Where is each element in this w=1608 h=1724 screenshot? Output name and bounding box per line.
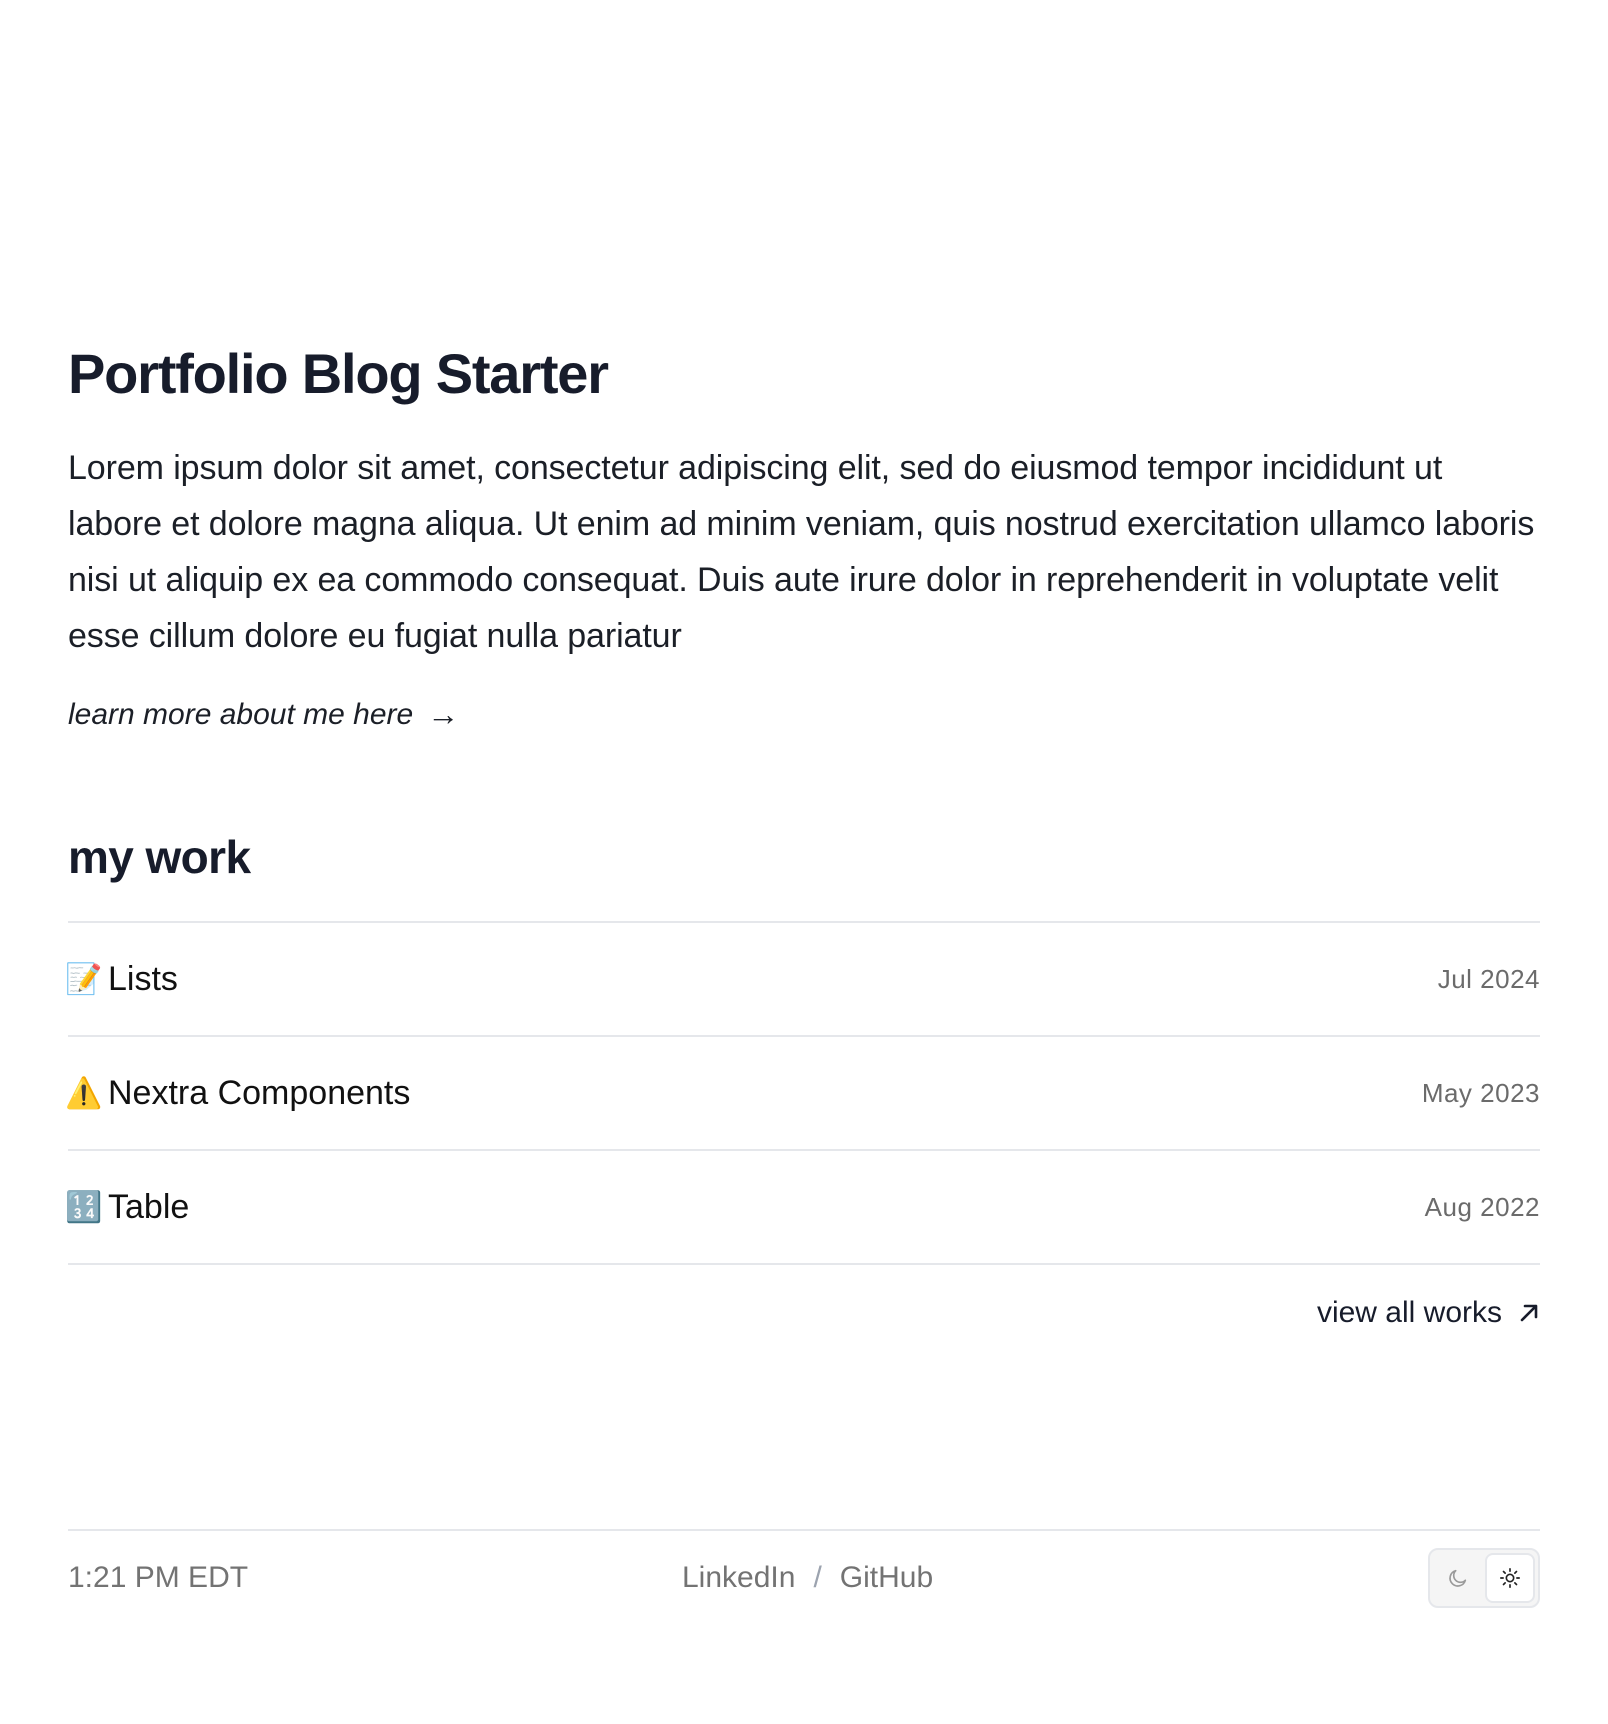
- work-item-lists[interactable]: 📝 Lists Jul 2024: [65, 923, 1540, 1037]
- work-item-left: ⚠️ Nextra Components: [65, 1073, 411, 1113]
- dark-mode-button[interactable]: [1433, 1553, 1483, 1603]
- sun-icon: [1499, 1568, 1520, 1588]
- about-link-label: learn more about me here: [68, 697, 414, 731]
- view-all-works-label: view all works: [1316, 1296, 1502, 1329]
- moon-icon: [1449, 1569, 1467, 1587]
- work-item-nextra-components[interactable]: ⚠️ Nextra Components May 2023: [65, 1037, 1540, 1151]
- work-section-title: my work: [68, 831, 251, 883]
- work-item-date: Aug 2022: [1424, 1191, 1540, 1222]
- linkedin-link[interactable]: LinkedIn: [682, 1561, 795, 1595]
- link-separator: /: [813, 1561, 822, 1594]
- work-item-left: 🔢 Table: [65, 1187, 190, 1227]
- intro-paragraph: Lorem ipsum dolor sit amet, consectetur …: [68, 449, 1535, 655]
- warning-icon: ⚠️: [65, 1076, 103, 1110]
- work-item-title: Lists: [108, 959, 178, 998]
- arrow-right-icon: →: [427, 696, 460, 732]
- work-item-table[interactable]: 🔢 Table Aug 2022: [65, 1151, 1540, 1265]
- local-time: 1:21 PM EDT: [68, 1561, 249, 1594]
- light-mode-button[interactable]: [1484, 1553, 1535, 1603]
- about-link[interactable]: learn more about me here →: [68, 696, 459, 733]
- work-item-title: Nextra Components: [108, 1073, 411, 1112]
- theme-toggle: [1428, 1548, 1540, 1608]
- social-links: LinkedIn / GitHub: [682, 1561, 933, 1595]
- work-item-title: Table: [108, 1187, 190, 1226]
- page-title: Portfolio Blog Starter: [68, 342, 609, 405]
- work-list: 📝 Lists Jul 2024 ⚠️ Nextra Components Ma…: [65, 921, 1540, 1265]
- github-link[interactable]: GitHub: [840, 1561, 933, 1595]
- work-item-date: May 2023: [1421, 1077, 1540, 1108]
- page: Portfolio Blog Starter Lorem ipsum dolor…: [65, 0, 1540, 1724]
- footer: 1:21 PM EDT LinkedIn / GitHub: [68, 1529, 1540, 1629]
- numbers-icon: 🔢: [65, 1190, 103, 1224]
- work-item-date: Jul 2024: [1437, 963, 1540, 994]
- arrow-up-right-icon: [1520, 1304, 1538, 1322]
- view-all-works-link[interactable]: view all works: [1317, 1296, 1540, 1330]
- memo-icon: 📝: [65, 962, 103, 996]
- work-item-left: 📝 Lists: [65, 959, 178, 999]
